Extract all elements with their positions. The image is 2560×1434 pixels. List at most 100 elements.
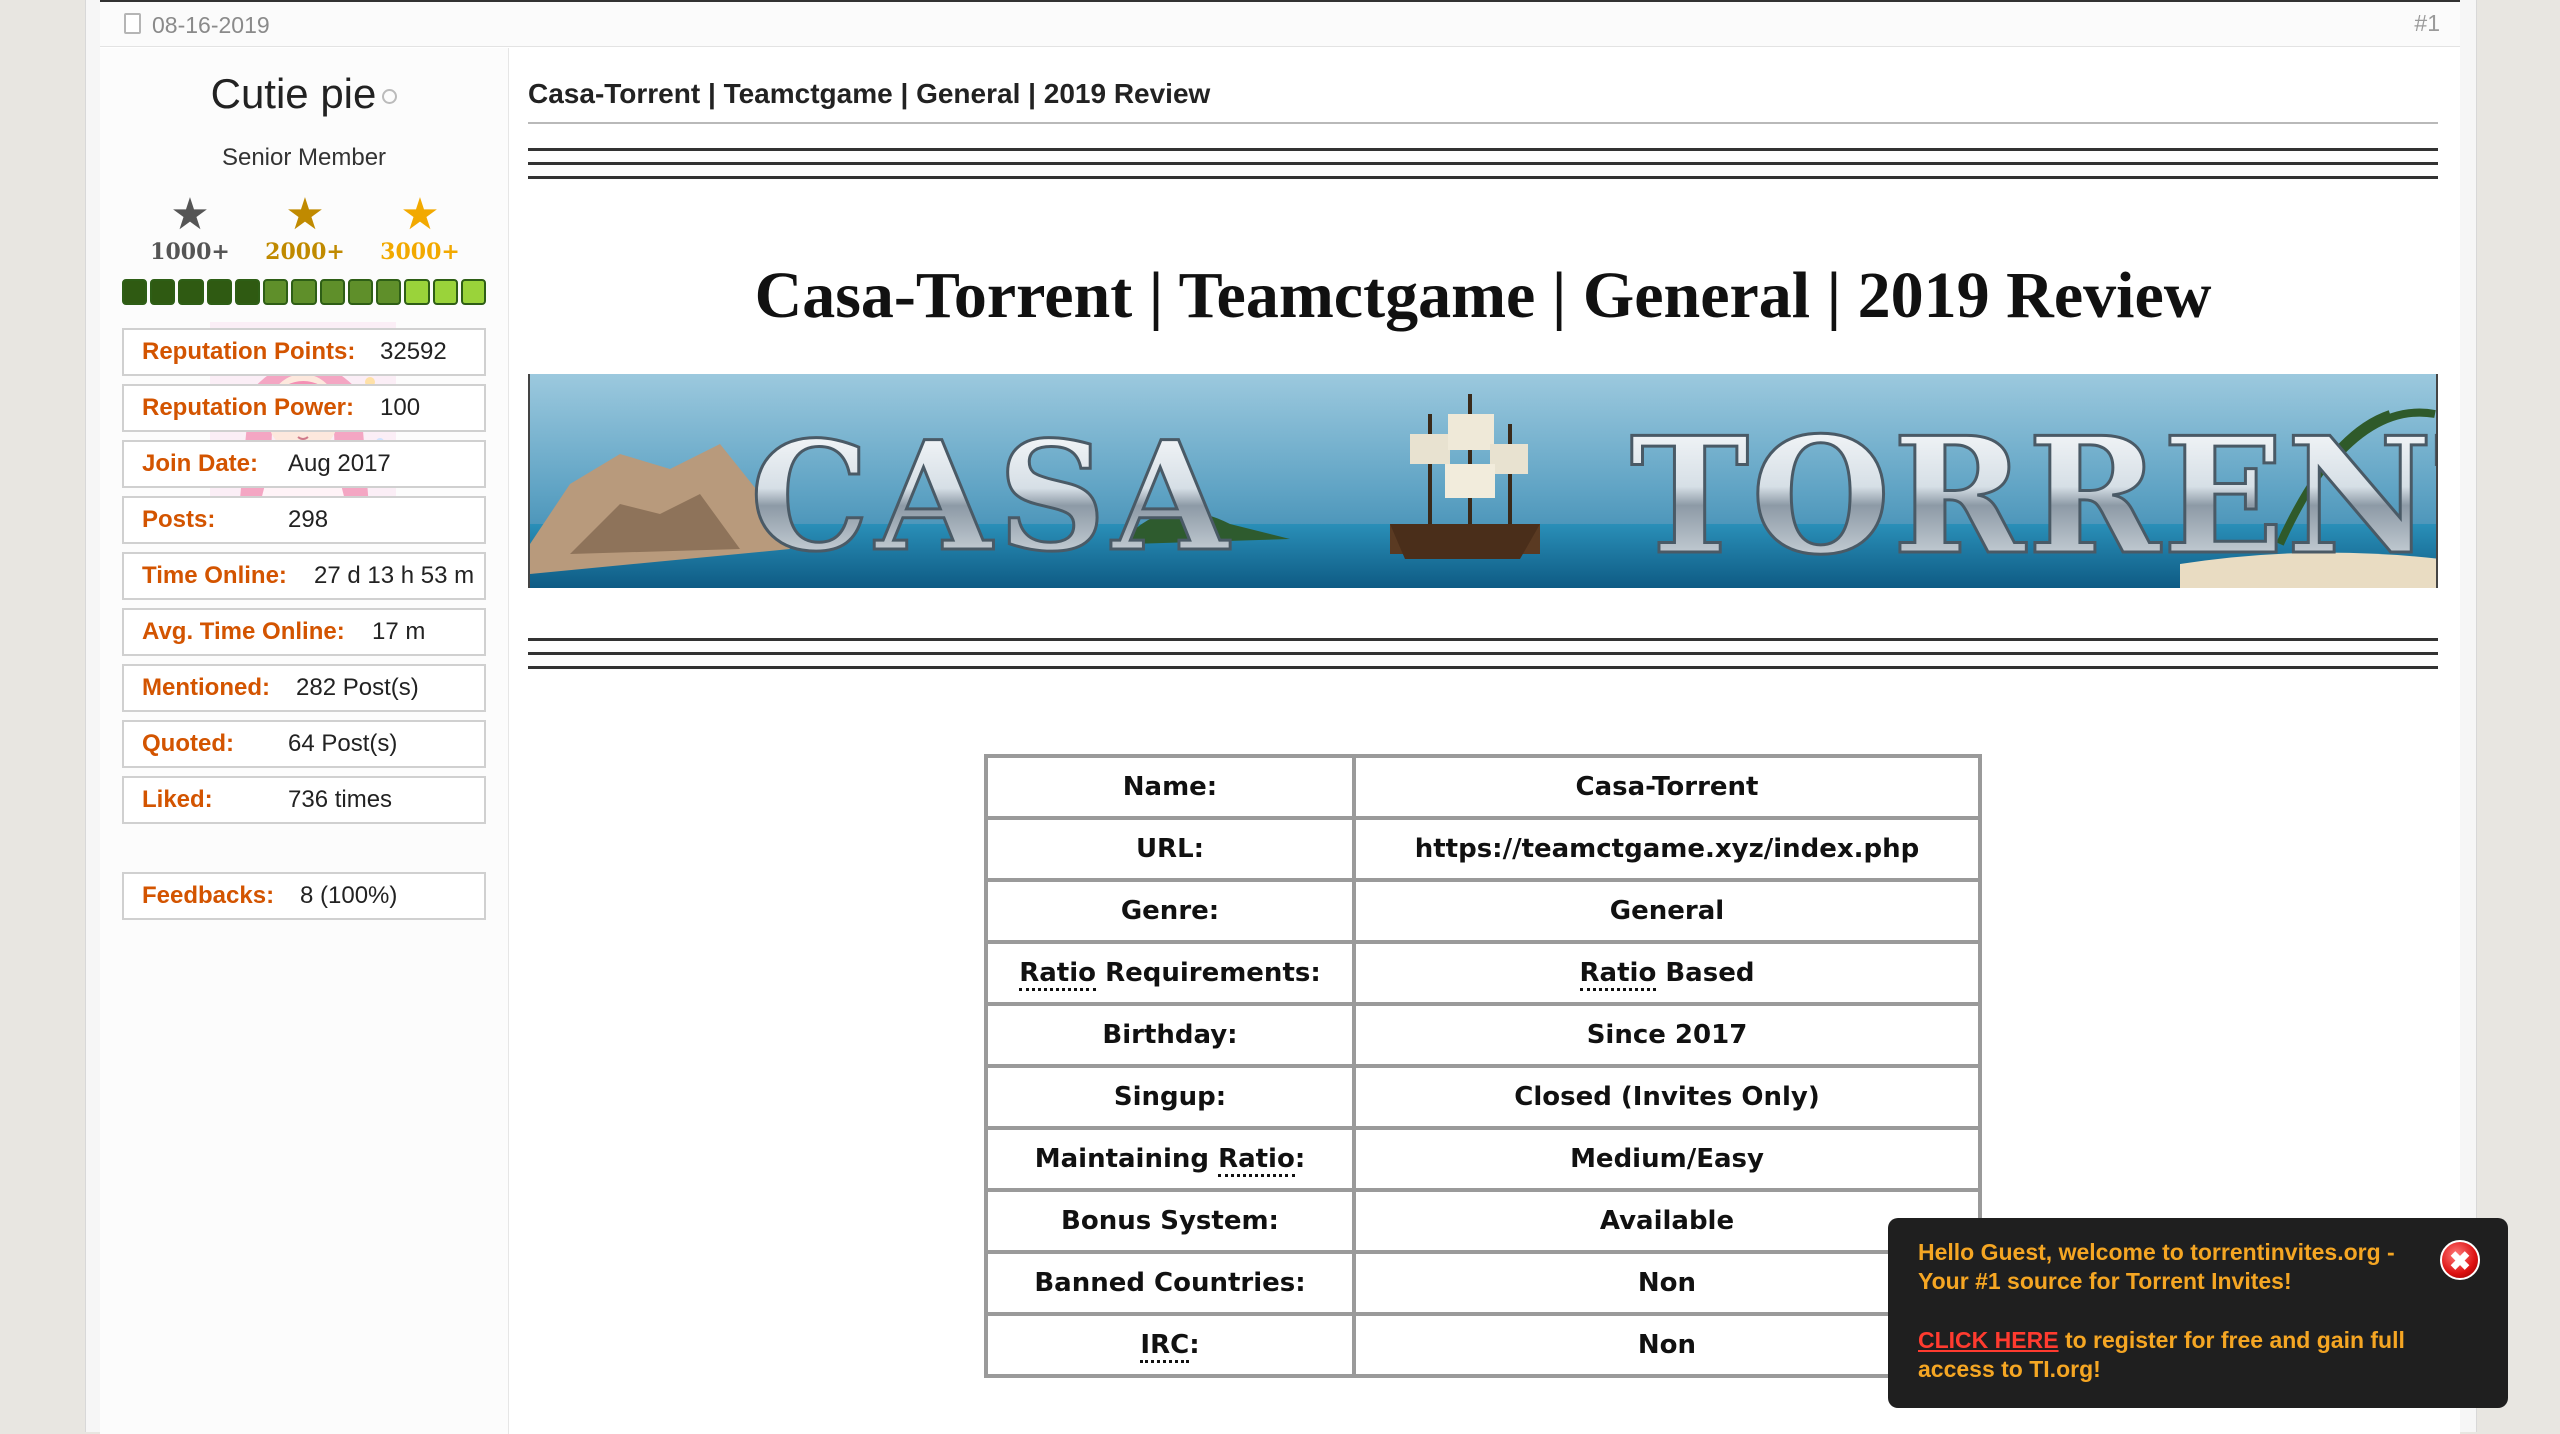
user-info-panel: Cutie pie Senior Member ★ 1000+ ★ 2000+ …: [100, 48, 509, 1434]
ratio-abbr[interactable]: Ratio: [1019, 958, 1097, 991]
label-suffix: Requirements:: [1096, 958, 1321, 988]
stat-reputation-points: Reputation Points: 32592: [122, 328, 486, 376]
star-icon: ★: [170, 190, 210, 239]
table-row: Banned Countries: Non: [988, 1254, 1978, 1316]
stat-label: Reputation Points:: [142, 338, 356, 365]
close-icon[interactable]: ✖: [2440, 1240, 2480, 1280]
reputation-segment: [404, 279, 430, 305]
ratio-abbr[interactable]: Ratio: [1579, 958, 1657, 991]
table-cell-label: Name:: [988, 758, 1356, 820]
stat-label: Time Online:: [142, 562, 287, 589]
stat-value[interactable]: 282 Post(s): [296, 666, 419, 710]
table-row: Ratio Requirements: Ratio Based: [988, 944, 1978, 1006]
label-prefix: Maintaining: [1034, 1144, 1219, 1174]
table-cell-label: URL:: [988, 820, 1356, 882]
title-divider: [528, 122, 2438, 124]
table-cell-value: Since 2017: [1356, 1006, 1978, 1068]
tracker-info-table: Name: Casa-Torrent URL: https://teamctga…: [984, 754, 1982, 1378]
table-cell-label: Bonus System:: [988, 1192, 1356, 1254]
table-cell-value: Ratio Based: [1356, 944, 1978, 1006]
table-row: URL: https://teamctgame.xyz/index.php: [988, 820, 1978, 882]
stat-feedbacks[interactable]: Feedbacks: 8 (100%): [122, 872, 486, 920]
stat-value[interactable]: 8 (100%): [300, 874, 397, 918]
table-cell-label: Singup:: [988, 1068, 1356, 1130]
table-cell-label: Genre:: [988, 882, 1356, 944]
table-row: Birthday: Since 2017: [988, 1006, 1978, 1068]
table-cell-label: IRC:: [988, 1316, 1356, 1374]
username-wrap: Cutie pie: [100, 70, 508, 118]
stat-value[interactable]: 64 Post(s): [288, 722, 397, 766]
star-icon: ★: [285, 190, 325, 239]
stat-label: Join Date:: [142, 450, 259, 477]
award-label: 2000+: [265, 239, 345, 265]
irc-abbr[interactable]: IRC: [1140, 1330, 1190, 1363]
reputation-segment: [178, 279, 204, 305]
guest-welcome-toast: Hello Guest, welcome to torrentinvites.o…: [1888, 1218, 2508, 1408]
table-row: Maintaining Ratio: Medium/Easy: [988, 1130, 1978, 1192]
reputation-segment: [376, 279, 402, 305]
award-label: 3000+: [380, 239, 460, 265]
stat-label: Reputation Power:: [142, 394, 355, 421]
stat-value: 298: [288, 506, 329, 533]
toast-welcome-text: Hello Guest, welcome to torrentinvites.o…: [1918, 1239, 2395, 1294]
stat-value: 27 d 13 h 53 m: [314, 562, 475, 589]
banner-casa-text: CASA: [750, 409, 1234, 585]
table-row: Bonus System: Available: [988, 1192, 1978, 1254]
post-document-icon: [124, 13, 141, 34]
stat-label: Feedbacks:: [142, 882, 275, 909]
reputation-segment: [263, 279, 289, 305]
reputation-segment: [432, 279, 458, 305]
click-here-link[interactable]: CLICK HERE: [1918, 1327, 2059, 1353]
ratio-abbr[interactable]: Ratio: [1218, 1144, 1295, 1177]
award-3000[interactable]: ★ 3000+: [365, 190, 475, 266]
stat-value: 32592: [380, 338, 447, 365]
toast-register-text: CLICK HERE to register for free and gain…: [1918, 1326, 2438, 1384]
triple-divider-bottom: [528, 638, 2438, 674]
table-cell-value: Non: [1637, 1330, 1697, 1360]
review-heading: Casa-Torrent | Teamctgame | General | 20…: [754, 259, 2212, 332]
award-1000[interactable]: ★ 1000+: [135, 190, 245, 266]
reputation-segment: [206, 279, 232, 305]
table-cell-value: Medium/Easy: [1356, 1130, 1978, 1192]
banner-torrent-text: TORRENT: [1630, 402, 2438, 588]
table-cell-label: Maintaining Ratio:: [988, 1130, 1356, 1192]
stat-mentioned[interactable]: Mentioned: 282 Post(s): [122, 664, 486, 712]
stat-label: Posts:: [142, 506, 216, 533]
table-cell-value: Available: [1356, 1192, 1978, 1254]
stat-value: Aug 2017: [288, 450, 391, 477]
stat-liked[interactable]: Liked: 736 times: [122, 776, 486, 824]
table-cell-label: Birthday:: [988, 1006, 1356, 1068]
reputation-segment: [347, 279, 374, 305]
post-header: 08-16-2019 #1: [100, 2, 2460, 47]
label-suffix: :: [1189, 1330, 1200, 1360]
table-row: Genre: General: [988, 882, 1978, 944]
username-link[interactable]: Cutie pie: [211, 70, 377, 117]
stat-quoted[interactable]: Quoted: 64 Post(s): [122, 720, 486, 768]
banner-artwork: CASA TORRENT: [530, 374, 2438, 588]
table-cell-label: Ratio Requirements:: [988, 944, 1356, 1006]
table-cell-value: Casa-Torrent: [1356, 758, 1978, 820]
value-suffix: Based: [1656, 958, 1755, 988]
table-cell-value: General: [1356, 882, 1978, 944]
triple-divider-top: [528, 148, 2438, 184]
reputation-segment: [291, 279, 317, 305]
table-cell-value: Non: [1356, 1254, 1978, 1316]
table-cell-label: Banned Countries:: [988, 1254, 1356, 1316]
reputation-segment: [122, 279, 148, 305]
stat-posts: Posts: 298: [122, 496, 486, 544]
stat-time-online: Time Online: 27 d 13 h 53 m: [122, 552, 486, 600]
table-row: Singup: Closed (Invites Only): [988, 1068, 1978, 1130]
post-date: 08-16-2019: [152, 12, 270, 38]
table-row: Name: Casa-Torrent: [988, 758, 1978, 820]
stat-value[interactable]: 736 times: [288, 778, 392, 822]
award-2000[interactable]: ★ 2000+: [250, 190, 360, 266]
post-title: Casa-Torrent | Teamctgame | General | 20…: [528, 78, 1211, 109]
post-permalink[interactable]: #1: [2414, 10, 2440, 37]
stat-join-date: Join Date: Aug 2017: [122, 440, 486, 488]
offline-status-icon: [382, 89, 398, 105]
reputation-segment: [150, 279, 176, 305]
reputation-segment: [460, 279, 487, 305]
star-icon: ★: [400, 190, 440, 239]
reputation-segment: [234, 279, 261, 305]
page: 08-16-2019 #1 Cutie pie Senior Member ★ …: [0, 0, 2560, 1434]
